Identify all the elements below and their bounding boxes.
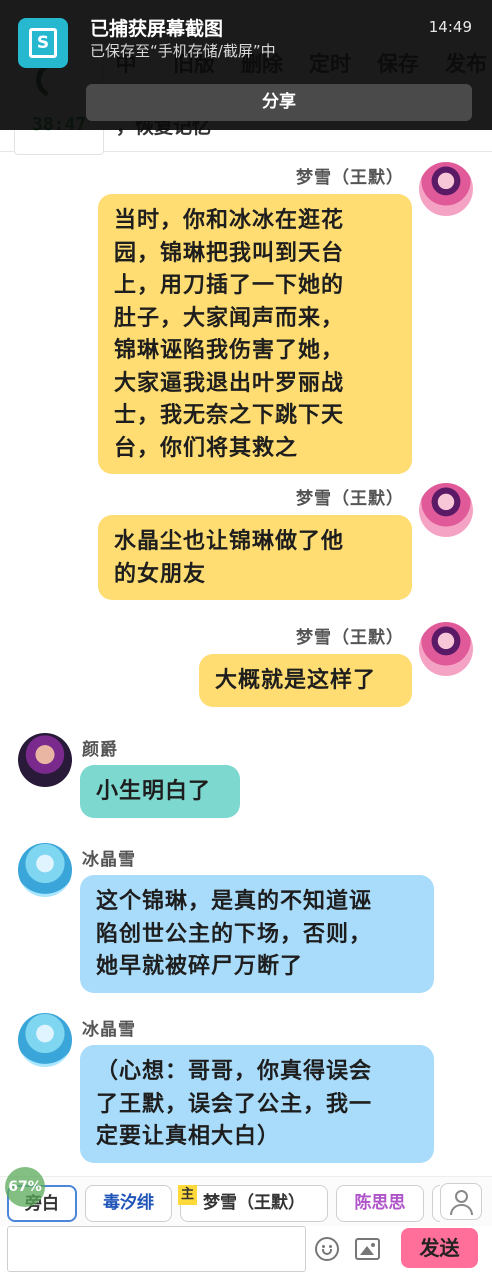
host-badge: 主: [178, 1185, 197, 1205]
message-line: 锦琳诬陷我伤害了她，: [114, 337, 345, 363]
message-input[interactable]: [7, 1226, 306, 1272]
character-chip-chen[interactable]: 陈思思: [336, 1185, 424, 1222]
message-line: 水晶尘也让锦琳做了他: [114, 528, 345, 554]
speaker-name: 梦雪（王默）: [296, 168, 404, 188]
message-line: （心想：哥哥，你真得误会: [96, 1058, 373, 1084]
notification-time: 14:49: [428, 18, 472, 36]
message-line: 了王默，误会了公主，我一: [96, 1090, 373, 1117]
message-line: 上，用刀插了一下她的: [114, 272, 345, 298]
avatar[interactable]: [419, 162, 473, 216]
notification-title: 已捕获屏幕截图: [90, 18, 224, 40]
speaker-name: 冰晶雪: [82, 850, 136, 870]
message-bubble[interactable]: 小生明白了: [80, 765, 240, 818]
message-line: 陷创世公主的下场，否则，: [96, 920, 373, 947]
speaker-name: 梦雪（王默）: [296, 628, 404, 648]
notification-subtitle: 已保存至“手机存储/截屏”中: [90, 42, 276, 60]
message-bubble[interactable]: （心想：哥哥，你真得误会 了王默，误会了公主，我一 定要让真相大白）: [80, 1045, 434, 1163]
message-line: 士，我无奈之下跳下天: [114, 402, 345, 428]
progress-badge[interactable]: 67%: [5, 1167, 45, 1207]
message-line: 定要让真相大白）: [96, 1123, 281, 1149]
message-line: 台，你们将其救之: [114, 434, 299, 461]
message-line: 的女朋友: [114, 560, 207, 587]
message-line: 当时，你和冰冰在逛花: [114, 207, 345, 233]
message-line: 这个锦琳，是真的不知道诬: [96, 888, 373, 914]
input-bar: 发送: [0, 1226, 492, 1280]
character-chip-mengxue[interactable]: 梦雪（王默）: [180, 1185, 328, 1222]
speaker-name: 冰晶雪: [82, 1020, 136, 1040]
avatar[interactable]: [18, 1013, 72, 1067]
avatar[interactable]: [419, 622, 473, 676]
message-line: 小生明白了: [96, 778, 212, 804]
share-button[interactable]: 分享: [86, 84, 472, 121]
message-bubble[interactable]: 这个锦琳，是真的不知道诬 陷创世公主的下场，否则， 她早就被碎尸万断了: [80, 875, 434, 993]
message-line: 园，锦琳把我叫到天台: [114, 239, 345, 266]
message-line: 她早就被碎尸万断了: [96, 953, 304, 979]
message-line: 大概就是这样了: [215, 667, 377, 693]
character-selector: 旁白 毒汐绯 梦雪（王默） 陈思思: [0, 1176, 492, 1226]
avatar[interactable]: [18, 843, 72, 897]
send-button[interactable]: 发送: [401, 1228, 478, 1268]
speaker-name: 梦雪（王默）: [296, 489, 404, 509]
screenshot-notification[interactable]: S 已捕获屏幕截图 已保存至“手机存储/截屏”中 14:49 分享: [0, 0, 492, 130]
avatar[interactable]: [18, 733, 72, 787]
emoji-icon[interactable]: [315, 1237, 339, 1261]
character-chip-partial[interactable]: [432, 1185, 440, 1222]
screenshot-app-icon: S: [18, 18, 68, 68]
message-line: 肚子，大家闻声而来，: [114, 304, 345, 331]
character-chip-du[interactable]: 毒汐绯: [85, 1185, 172, 1222]
message-bubble[interactable]: 水晶尘也让锦琳做了他 的女朋友: [98, 515, 412, 600]
avatar[interactable]: [419, 483, 473, 537]
message-bubble[interactable]: 大概就是这样了: [199, 654, 412, 707]
speaker-name: 颜爵: [82, 740, 118, 760]
message-line: 大家逼我退出叶罗丽战: [114, 369, 345, 396]
user-icon[interactable]: [440, 1183, 482, 1220]
message-bubble[interactable]: 当时，你和冰冰在逛花 园，锦琳把我叫到天台 上，用刀插了一下她的 肚子，大家闻声…: [98, 194, 412, 474]
image-icon[interactable]: [355, 1238, 380, 1260]
